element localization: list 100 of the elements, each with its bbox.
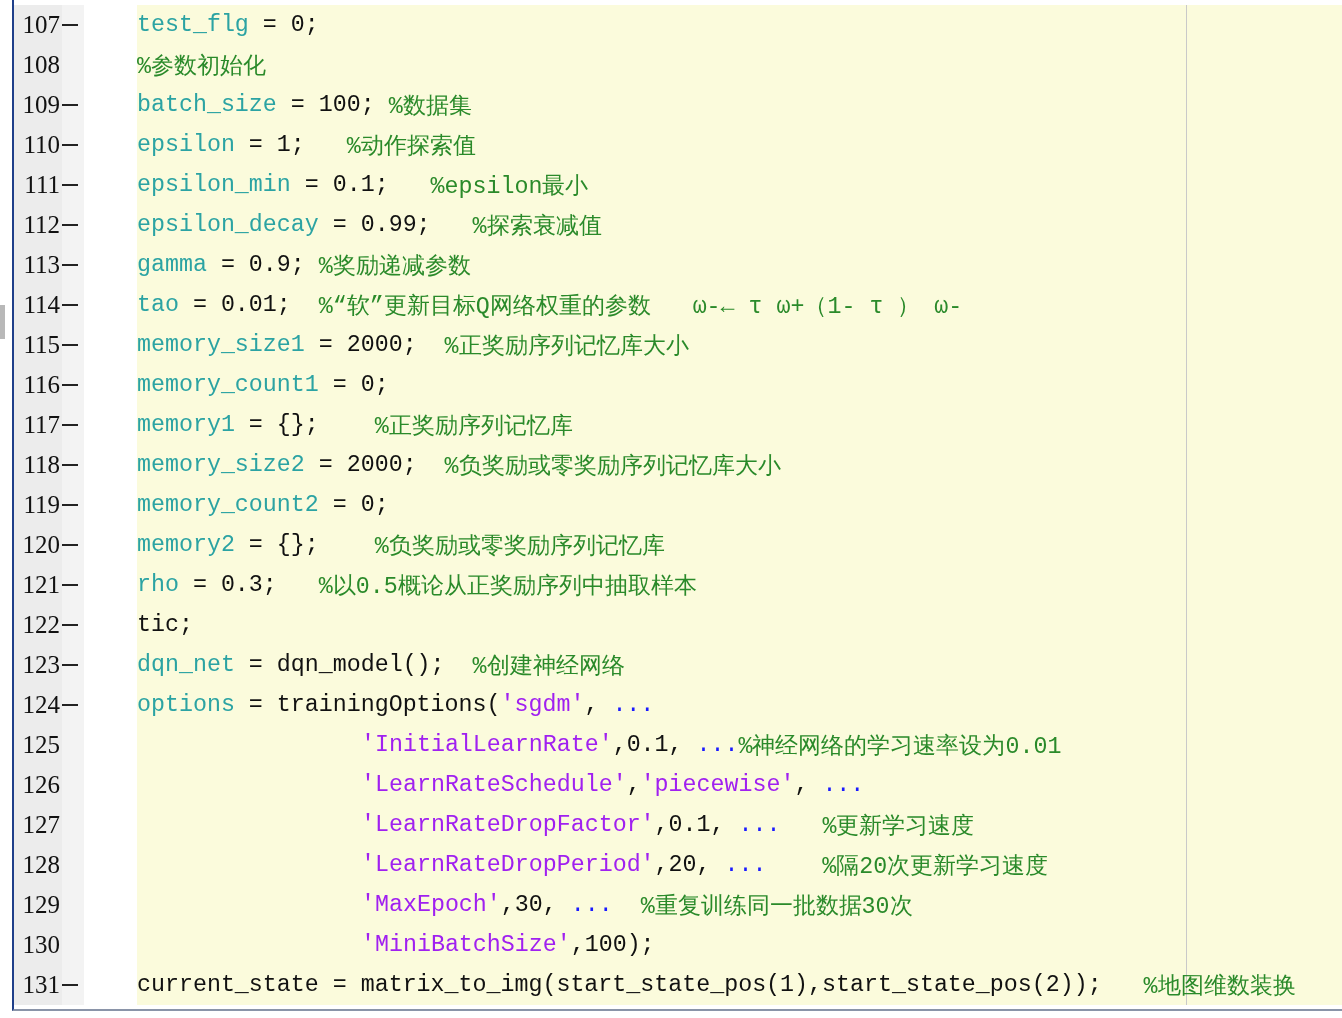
line-number: 112 xyxy=(22,211,60,239)
variable-name: tao xyxy=(137,292,179,318)
code-text: , xyxy=(626,772,641,798)
code-text: = dqn_model(); xyxy=(247,652,446,678)
executable-line-marker[interactable] xyxy=(62,184,78,186)
code-comment: %负奖励或零奖励序列记忆库 xyxy=(374,532,665,561)
executable-line-marker[interactable] xyxy=(62,144,78,146)
string-literal: 'InitialLearnRate' xyxy=(361,732,613,758)
line-number: 108 xyxy=(21,51,60,79)
line-number: 124 xyxy=(21,691,60,719)
executable-line-marker[interactable] xyxy=(62,344,78,346)
code-comment: %“软”更新目标Q网络权重的参数 ω-← τ ω+（1- τ ） ω- xyxy=(318,292,963,321)
line-number: 116 xyxy=(22,371,60,399)
variable-name: options xyxy=(137,692,235,718)
variable-name: epsilon_min xyxy=(137,172,291,198)
code-text: = 100; xyxy=(289,92,376,118)
string-literal: 'piecewise' xyxy=(640,772,795,798)
variable-name: test_flg xyxy=(137,12,249,38)
executable-line-marker[interactable] xyxy=(62,424,78,426)
code-text: ,100); xyxy=(570,932,655,958)
code-text: = 0; xyxy=(331,492,389,518)
line-number: 113 xyxy=(22,251,60,279)
code-text: = {}; xyxy=(247,412,320,438)
variable-name: memory_size2 xyxy=(137,452,305,478)
line-number: 129 xyxy=(21,891,60,919)
variable-name: rho xyxy=(137,572,179,598)
variable-name: epsilon_decay xyxy=(137,212,319,238)
code-comment: %正奖励序列记忆库大小 xyxy=(444,332,689,361)
executable-line-marker[interactable] xyxy=(62,384,78,386)
variable-name: memory_count2 xyxy=(137,492,319,518)
line-number: 130 xyxy=(21,931,60,959)
executable-line-marker[interactable] xyxy=(62,544,78,546)
executable-line-marker[interactable] xyxy=(62,304,78,306)
code-text: ,30, xyxy=(500,892,558,918)
code-text: = 0.3; xyxy=(191,572,278,598)
variable-name: batch_size xyxy=(137,92,277,118)
executable-line-marker[interactable] xyxy=(62,664,78,666)
code-comment: %epsilon最小 xyxy=(430,172,589,201)
code-text: = 0.9; xyxy=(219,252,306,278)
code-comment: %隔20次更新学习速度 xyxy=(821,852,1049,881)
executable-line-marker[interactable] xyxy=(62,624,78,626)
executable-line-marker[interactable] xyxy=(62,264,78,266)
code-text: = 0; xyxy=(331,372,389,398)
line-number: 118 xyxy=(22,451,60,479)
string-literal: 'MaxEpoch' xyxy=(361,892,501,918)
code-comment: %以0.5概论从正奖励序列中抽取样本 xyxy=(318,572,697,601)
line-continuation: ... xyxy=(696,732,739,758)
line-number: 125 xyxy=(21,731,60,759)
code-text: = {}; xyxy=(247,532,320,558)
string-literal: 'MiniBatchSize' xyxy=(361,932,571,958)
code-text: = trainingOptions( xyxy=(247,692,501,718)
variable-name: epsilon xyxy=(137,132,235,158)
executable-line-marker[interactable] xyxy=(62,504,78,506)
code-comment: %数据集 xyxy=(388,92,472,121)
executable-line-marker[interactable] xyxy=(62,104,78,106)
line-number: 117 xyxy=(22,411,60,439)
code-comment: %正奖励序列记忆库 xyxy=(374,412,573,441)
line-continuation: ... xyxy=(724,852,767,878)
string-literal: 'sgdm' xyxy=(500,692,585,718)
line-number: 114 xyxy=(22,291,60,319)
line-number: 119 xyxy=(22,491,60,519)
code-comment: %地图维数装换 xyxy=(1143,972,1296,1001)
scrollbar-thumb[interactable] xyxy=(0,305,5,339)
code-comment: %动作探索值 xyxy=(346,132,476,161)
variable-name: dqn_net xyxy=(137,652,235,678)
line-number: 122 xyxy=(21,611,60,639)
code-text: tic; xyxy=(137,612,193,638)
executable-line-marker[interactable] xyxy=(62,704,78,706)
executable-line-marker[interactable] xyxy=(62,584,78,586)
string-literal: 'LearnRateDropFactor' xyxy=(361,812,655,838)
code-text: ,20, xyxy=(654,852,712,878)
string-literal: 'LearnRateSchedule' xyxy=(361,772,627,798)
code-comment: %奖励递减参数 xyxy=(318,252,471,281)
code-comment: %重复训练同一批数据30次 xyxy=(639,892,913,921)
executable-line-marker[interactable] xyxy=(62,464,78,466)
line-number: 126 xyxy=(21,771,60,799)
line-number: 121 xyxy=(21,571,60,599)
variable-name: memory2 xyxy=(137,532,235,558)
executable-line-marker[interactable] xyxy=(62,984,78,986)
code-text: , xyxy=(584,692,600,718)
line-number: 109 xyxy=(21,91,60,119)
variable-name: gamma xyxy=(137,252,207,278)
code-text: = 0.1; xyxy=(303,172,390,198)
variable-name: memory1 xyxy=(137,412,235,438)
line-continuation: ... xyxy=(570,892,613,918)
line-continuation: ... xyxy=(612,692,655,718)
code-text: ,0.1, xyxy=(612,732,684,758)
code-comment: %负奖励或零奖励序列记忆库大小 xyxy=(444,452,781,481)
executable-line-marker[interactable] xyxy=(62,224,78,226)
executable-line-marker[interactable] xyxy=(62,24,78,26)
line-number: 123 xyxy=(21,651,60,679)
line-number: 107 xyxy=(21,11,60,39)
code-text: = 0.99; xyxy=(331,212,432,238)
variable-name: memory_count1 xyxy=(137,372,319,398)
code-comment: %更新学习速度 xyxy=(821,812,975,841)
string-literal: 'LearnRateDropPeriod' xyxy=(361,852,655,878)
code-text: current_state = matrix_to_img(start_state_pos(1),start_state_pos(2)); xyxy=(137,972,1103,998)
code-comment: %探索衰减值 xyxy=(472,212,602,241)
variable-name: memory_size1 xyxy=(137,332,305,358)
code-text: = 0.01; xyxy=(191,292,292,318)
